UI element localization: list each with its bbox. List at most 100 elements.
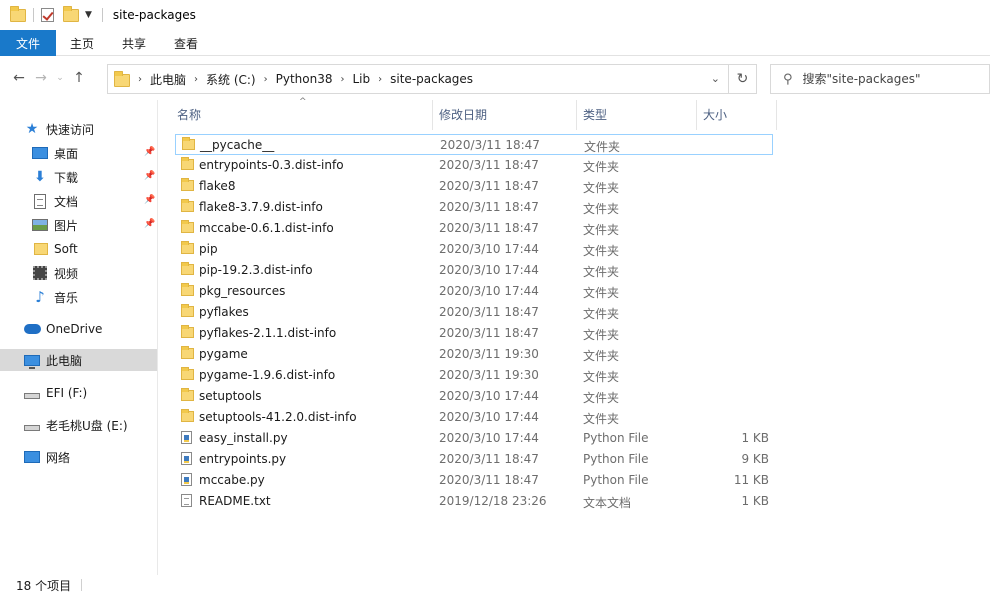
nav-drive-f[interactable]: EFI (F:)	[0, 382, 157, 404]
breadcrumb-drive-c[interactable]: 系统 (C:)	[206, 71, 256, 88]
window-title: site-packages	[112, 8, 196, 22]
file-row[interactable]: pkg_resources 2020/3/10 17:44 文件夹	[175, 281, 773, 302]
file-row[interactable]: entrypoints-0.3.dist-info 2020/3/11 18:47…	[175, 155, 773, 176]
breadcrumb-chevron-icon[interactable]: ›	[378, 74, 382, 85]
file-row[interactable]: README.txt 2019/12/18 23:26 文本文档 1 KB	[175, 491, 773, 512]
new-folder-icon[interactable]	[63, 5, 79, 22]
breadcrumb-python38[interactable]: Python38	[276, 72, 333, 86]
file-row[interactable]: pyflakes-2.1.1.dist-info 2020/3/11 18:47 文…	[175, 323, 773, 344]
nav-item-pictures[interactable]: 图片 📌	[0, 214, 157, 236]
nav-item-desktop[interactable]: 桌面 📌	[0, 142, 157, 164]
file-row[interactable]: __pycache__ 2020/3/11 18:47 文件夹	[175, 134, 773, 155]
file-row[interactable]: pip-19.2.3.dist-info 2020/3/10 17:44 文件夹	[175, 260, 773, 281]
file-row[interactable]: pygame-1.9.6.dist-info 2020/3/11 19:30 文件夹	[175, 365, 773, 386]
breadcrumb-chevron-icon[interactable]: ›	[341, 74, 345, 85]
back-button[interactable]: ←	[8, 64, 30, 92]
pin-icon[interactable]: 📌	[144, 147, 155, 157]
column-divider[interactable]	[696, 100, 697, 130]
file-name: entrypoints-0.3.dist-info	[199, 158, 344, 172]
breadcrumb-this-pc[interactable]: 此电脑	[150, 71, 186, 88]
file-row[interactable]: flake8 2020/3/11 18:47 文件夹	[175, 176, 773, 197]
file-name: pip-19.2.3.dist-info	[199, 263, 313, 277]
column-divider[interactable]	[576, 100, 577, 130]
breadcrumb-lib[interactable]: Lib	[353, 72, 371, 86]
search-input[interactable]	[802, 72, 973, 86]
arrow-up-icon: ↑	[73, 70, 85, 86]
tab-home[interactable]: 主页	[56, 30, 108, 56]
file-row[interactable]: flake8-3.7.9.dist-info 2020/3/11 18:47 文件夹	[175, 197, 773, 218]
nav-item-documents[interactable]: 文档 📌	[0, 190, 157, 212]
usb-drive-icon	[24, 425, 40, 431]
refresh-button[interactable]: ↻	[728, 65, 756, 93]
column-divider[interactable]	[776, 100, 777, 130]
folder-icon	[114, 71, 130, 87]
folder-icon	[10, 5, 26, 22]
column-header-date[interactable]: 修改日期	[439, 101, 487, 127]
file-row[interactable]: mccabe-0.6.1.dist-info 2020/3/11 18:47 文件夹	[175, 218, 773, 239]
file-date: 2020/3/11 19:30	[439, 368, 539, 382]
nav-label: Soft	[54, 242, 78, 256]
nav-item-videos[interactable]: 视频	[0, 262, 157, 284]
file-date: 2020/3/11 18:47	[439, 452, 539, 466]
file-type: 文件夹	[583, 244, 620, 258]
file-type: 文件夹	[583, 202, 620, 216]
recent-locations-button[interactable]: ⌄	[52, 64, 68, 92]
address-history-chevron-icon[interactable]: ⌄	[711, 72, 720, 85]
file-row[interactable]: pygame 2020/3/11 19:30 文件夹	[175, 344, 773, 365]
tab-file[interactable]: 文件	[0, 30, 56, 56]
column-header-type[interactable]: 类型	[583, 101, 607, 127]
download-icon: ⬇	[34, 169, 46, 185]
file-row[interactable]: setuptools 2020/3/10 17:44 文件夹	[175, 386, 773, 407]
file-row[interactable]: entrypoints.py 2020/3/11 18:47 Python File…	[175, 449, 773, 470]
breadcrumb-chevron-icon[interactable]: ›	[264, 74, 268, 85]
column-divider[interactable]	[432, 100, 433, 130]
nav-item-music[interactable]: ♪ 音乐	[0, 286, 157, 308]
file-date: 2019/12/18 23:26	[439, 494, 547, 508]
nav-network[interactable]: 网络	[0, 446, 157, 468]
pin-icon[interactable]: 📌	[144, 219, 155, 229]
file-date: 2020/3/10 17:44	[439, 242, 539, 256]
folder-icon-shape	[181, 178, 194, 191]
tab-view[interactable]: 查看	[160, 30, 212, 56]
nav-item-soft[interactable]: Soft	[0, 238, 157, 260]
file-row[interactable]: setuptools-41.2.0.dist-info 2020/3/10 17:…	[175, 407, 773, 428]
file-name: pip	[199, 242, 218, 256]
pin-icon[interactable]: 📌	[144, 171, 155, 181]
music-note-icon: ♪	[35, 288, 45, 306]
file-type: 文件夹	[583, 286, 620, 300]
breadcrumb-chevron-icon[interactable]: ›	[138, 74, 142, 85]
forward-button[interactable]: →	[30, 64, 52, 92]
file-name: setuptools	[199, 389, 262, 403]
file-row[interactable]: easy_install.py 2020/3/10 17:44 Python Fil…	[175, 428, 773, 449]
address-bar[interactable]: › 此电脑 › 系统 (C:) › Python38 › Lib › site-…	[107, 64, 757, 94]
breadcrumb-chevron-icon[interactable]: ›	[194, 74, 198, 85]
nav-item-downloads[interactable]: ⬇ 下载 📌	[0, 166, 157, 188]
customize-toolbar-chevron-icon[interactable]: ▼	[85, 10, 92, 20]
nav-onedrive[interactable]: OneDrive	[0, 318, 157, 340]
nav-drive-e[interactable]: 老毛桃U盘 (E:)	[0, 414, 157, 436]
breadcrumb-site-packages[interactable]: site-packages	[390, 72, 473, 86]
pin-icon[interactable]: 📌	[144, 195, 155, 205]
file-name: flake8-3.7.9.dist-info	[199, 200, 323, 214]
search-box[interactable]: ⚲	[770, 64, 990, 94]
file-row[interactable]: pip 2020/3/10 17:44 文件夹	[175, 239, 773, 260]
nav-label: EFI (F:)	[46, 386, 88, 400]
status-bar: 18 个项目	[0, 575, 990, 595]
nav-this-pc[interactable]: 此电脑	[0, 349, 157, 371]
tab-share[interactable]: 共享	[108, 30, 160, 56]
file-type: 文件夹	[583, 307, 620, 321]
nav-quick-access[interactable]: ★ 快速访问	[0, 118, 157, 140]
column-header-name[interactable]: 名称	[177, 101, 201, 127]
file-date: 2020/3/10 17:44	[439, 284, 539, 298]
up-button[interactable]: ↑	[68, 64, 90, 92]
file-type: 文件夹	[583, 349, 620, 363]
file-row[interactable]: pyflakes 2020/3/11 18:47 文件夹	[175, 302, 773, 323]
properties-icon[interactable]	[41, 8, 54, 22]
file-name: mccabe.py	[199, 473, 265, 487]
file-date: 2020/3/11 18:47	[440, 138, 540, 152]
file-row[interactable]: mccabe.py 2020/3/11 18:47 Python File 11 KB	[175, 470, 773, 491]
file-type: 文件夹	[583, 328, 620, 342]
cloud-icon	[24, 324, 41, 334]
column-header-size[interactable]: 大小	[703, 101, 727, 127]
folder-icon-shape	[181, 325, 194, 338]
